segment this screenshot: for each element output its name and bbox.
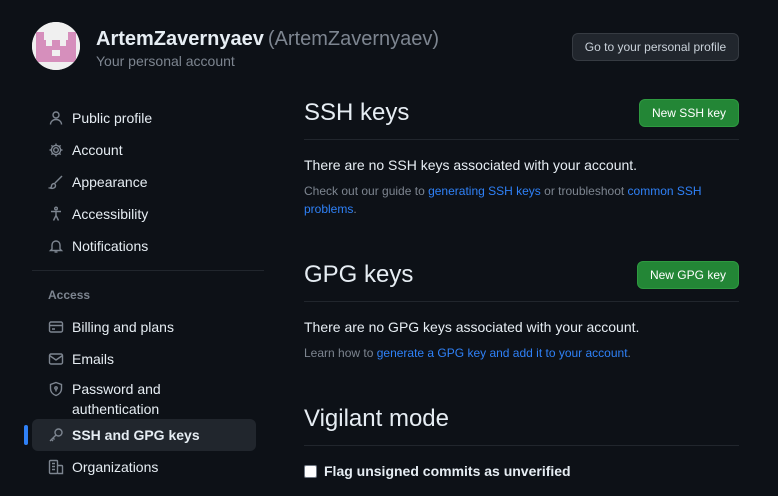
vigilant-mode-checkbox[interactable]: [304, 464, 317, 478]
mail-icon: [48, 351, 64, 367]
sidebar-item-password[interactable]: Password and authentication: [32, 375, 264, 419]
person-icon: [48, 110, 64, 126]
organization-icon: [48, 459, 64, 475]
sidebar-item-emails[interactable]: Emails: [32, 343, 264, 375]
sidebar-item-billing[interactable]: Billing and plans: [32, 311, 264, 343]
generate-gpg-key-link[interactable]: generate a GPG key and add it to your ac…: [377, 346, 628, 360]
gpg-keys-header: GPG keys New GPG key: [304, 254, 739, 302]
gpg-empty-message: There are no GPG keys associated with yo…: [304, 319, 640, 335]
sidebar-item-label: Public profile: [72, 110, 153, 126]
sidebar-item-label: Organizations: [72, 459, 159, 475]
account-login: (ArtemZavernyaev): [267, 28, 440, 50]
main-content: SSH keys New SSH key There are no SSH ke…: [304, 92, 739, 479]
sidebar-item-notifications[interactable]: Notifications: [32, 230, 264, 262]
credit-card-icon: [48, 319, 64, 335]
sidebar-item-ssh-gpg-keys[interactable]: SSH and GPG keys: [24, 419, 256, 451]
shield-lock-icon: [48, 381, 64, 397]
sidebar-item-label: Password and authentication: [72, 381, 161, 417]
gpg-keys-section: GPG keys New GPG key There are no GPG ke…: [304, 254, 739, 362]
new-gpg-key-button[interactable]: New GPG key: [636, 261, 739, 289]
ssh-keys-title: SSH keys: [304, 99, 410, 126]
accessibility-icon: [48, 206, 64, 222]
bell-icon: [48, 238, 64, 254]
vigilant-mode-checkbox-label[interactable]: Flag unsigned commits as unverified: [324, 463, 571, 479]
generating-ssh-keys-link[interactable]: generating SSH keys: [428, 184, 541, 198]
sidebar-item-label: Notifications: [72, 238, 149, 254]
account-subtitle: Your personal account: [96, 53, 235, 69]
go-to-profile-button[interactable]: Go to your personal profile: [572, 33, 739, 61]
ssh-empty-message: There are no SSH keys associated with yo…: [304, 157, 638, 173]
settings-page: ArtemZavernyaev (ArtemZavernyaev) Your pe…: [0, 0, 778, 496]
account-display-name[interactable]: ArtemZavernyaev: [96, 28, 264, 50]
sidebar-item-label: Account: [72, 142, 123, 158]
sidebar-divider: [32, 270, 264, 271]
new-ssh-key-button[interactable]: New SSH key: [638, 99, 739, 127]
key-icon: [48, 427, 64, 443]
settings-sidebar: Public profile Account Appearance Access…: [24, 102, 264, 483]
ssh-help-text: Check out our guide to generating SSH ke…: [304, 182, 739, 218]
sidebar-item-public-profile[interactable]: Public profile: [32, 102, 264, 134]
identicon-avatar-icon: [32, 22, 80, 70]
vigilant-mode-section: Vigilant mode Flag unsigned commits as u…: [304, 398, 739, 479]
sidebar-item-label: SSH and GPG keys: [72, 427, 200, 443]
sidebar-item-organizations[interactable]: Organizations: [32, 451, 264, 483]
sidebar-item-account[interactable]: Account: [32, 134, 264, 166]
sidebar-item-appearance[interactable]: Appearance: [32, 166, 264, 198]
vigilant-mode-title: Vigilant mode: [304, 405, 449, 432]
account-name[interactable]: ArtemZavernyaev (ArtemZavernyaev): [96, 27, 439, 51]
paintbrush-icon: [48, 174, 64, 190]
gear-icon: [48, 142, 64, 158]
ssh-help-suffix: .: [353, 202, 357, 216]
avatar[interactable]: [32, 22, 80, 70]
sidebar-item-label: Appearance: [72, 174, 148, 190]
gpg-keys-title: GPG keys: [304, 261, 414, 288]
ssh-help-middle: or troubleshoot: [540, 184, 628, 198]
gpg-help-prefix: Learn how to: [304, 346, 377, 360]
gpg-help-suffix: .: [627, 346, 631, 360]
ssh-keys-header: SSH keys New SSH key: [304, 92, 739, 140]
sidebar-item-accessibility[interactable]: Accessibility: [32, 198, 264, 230]
vigilant-mode-option[interactable]: Flag unsigned commits as unverified: [304, 463, 739, 479]
sidebar-item-label: Accessibility: [72, 206, 149, 222]
sidebar-heading-access: Access: [48, 288, 91, 302]
ssh-help-prefix: Check out our guide to: [304, 184, 429, 198]
ssh-keys-section: SSH keys New SSH key There are no SSH ke…: [304, 92, 739, 218]
sidebar-item-label: Billing and plans: [72, 319, 174, 335]
vigilant-mode-header: Vigilant mode: [304, 398, 739, 446]
gpg-help-text: Learn how to generate a GPG key and add …: [304, 344, 739, 362]
sidebar-item-label: Emails: [72, 351, 115, 367]
